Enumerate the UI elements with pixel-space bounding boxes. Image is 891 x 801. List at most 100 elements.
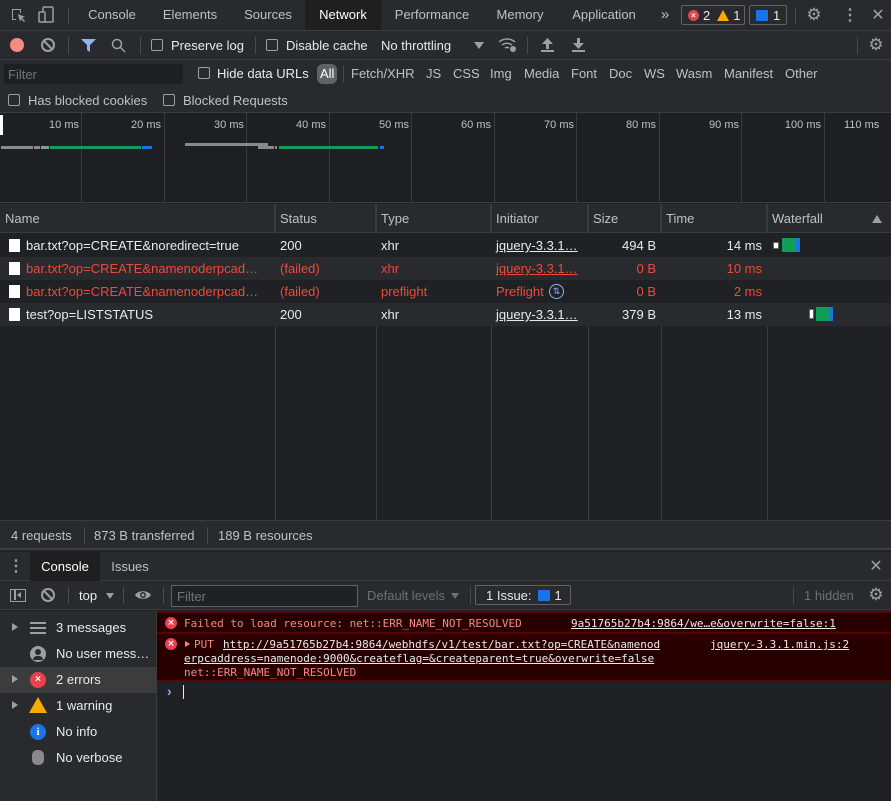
toggle-sidebar-icon[interactable]: [10, 589, 26, 602]
type-filter-ws[interactable]: WS: [644, 66, 665, 81]
expand-arrow-icon[interactable]: [12, 623, 18, 631]
drawer-tab-console[interactable]: Console: [30, 552, 100, 581]
sort-ascending-icon[interactable]: [872, 215, 882, 223]
table-row[interactable]: test?op=LISTSTATUS 200 xhr jquery-3.3.1……: [0, 303, 891, 326]
request-initiator-link[interactable]: jquery-3.3.1…: [491, 234, 587, 257]
tab-network[interactable]: Network: [305, 0, 381, 30]
request-url-link-continued[interactable]: erpcaddress=namenode:9000&createflag=&cr…: [184, 652, 654, 665]
error-text: Failed to load resource: net::ERR_NAME_N…: [184, 617, 522, 630]
request-initiator-link[interactable]: jquery-3.3.1…: [491, 303, 587, 326]
type-filter-other[interactable]: Other: [785, 66, 818, 81]
preserve-log-checkbox[interactable]: [151, 39, 163, 51]
type-filter-img[interactable]: Img: [490, 66, 512, 81]
issue-count: 1: [773, 7, 781, 23]
expand-arrow-icon[interactable]: [185, 641, 190, 647]
clear-icon[interactable]: [41, 38, 55, 52]
column-header-time[interactable]: Time: [661, 204, 767, 233]
type-filter-css[interactable]: CSS: [453, 66, 480, 81]
request-url-link[interactable]: http://9a51765b27b4:9864/webhdfs/v1/test…: [223, 638, 660, 651]
disable-cache-checkbox[interactable]: [266, 39, 278, 51]
tick-label: 30 ms: [214, 119, 244, 131]
expand-arrow-icon[interactable]: [12, 701, 18, 709]
console-input[interactable]: [181, 685, 881, 699]
import-har-icon[interactable]: [541, 38, 554, 55]
table-row[interactable]: bar.txt?op=CREATE&namenoderpcad… (failed…: [0, 257, 891, 280]
type-filter-font[interactable]: Font: [571, 66, 597, 81]
expand-arrow-icon[interactable]: [12, 675, 18, 683]
type-filter-js[interactable]: JS: [426, 66, 441, 81]
request-initiator-link[interactable]: jquery-3.3.1…: [491, 257, 587, 280]
close-devtools-icon[interactable]: ✕: [870, 6, 886, 24]
table-row[interactable]: bar.txt?op=CREATE&noredirect=true 200 xh…: [0, 234, 891, 257]
network-overview-timeline[interactable]: 10 ms 20 ms 30 ms 40 ms 50 ms 60 ms 70 m…: [0, 113, 891, 203]
issues-counter[interactable]: 1: [749, 5, 787, 25]
column-header-name[interactable]: Name: [0, 204, 275, 233]
error-source-link[interactable]: jquery-3.3.1.min.js:2: [710, 638, 849, 651]
error-icon: ×: [165, 638, 177, 650]
clear-console-icon[interactable]: [41, 588, 55, 602]
sidebar-item-messages[interactable]: 3 messages: [0, 615, 156, 641]
request-initiator-preflight[interactable]: Preflight: [491, 280, 551, 303]
overview-bar-preflight: [185, 143, 268, 146]
tab-sources[interactable]: Sources: [232, 0, 304, 30]
tab-performance[interactable]: Performance: [383, 0, 481, 30]
blocked-requests-checkbox[interactable]: [163, 94, 175, 106]
console-filter-input[interactable]: [171, 585, 358, 607]
column-header-initiator[interactable]: Initiator: [491, 204, 588, 233]
network-settings-gear-icon[interactable]: ⚙: [867, 35, 885, 55]
error-source-link[interactable]: 9a51765b27b4:9864/we…e&overwrite=false:1: [571, 617, 836, 630]
inspect-element-icon[interactable]: [9, 7, 27, 23]
type-filter-manifest[interactable]: Manifest: [724, 66, 773, 81]
drawer-menu-icon[interactable]: ⋮: [8, 557, 24, 575]
transferred-size: 873 B transferred: [94, 528, 195, 543]
filter-input[interactable]: [4, 64, 183, 84]
console-settings-gear-icon[interactable]: ⚙: [867, 585, 885, 605]
context-selector[interactable]: top: [79, 588, 97, 603]
overview-selection-handle[interactable]: [0, 115, 3, 135]
sidebar-item-verbose[interactable]: No verbose: [0, 745, 156, 771]
tab-console[interactable]: Console: [76, 0, 148, 30]
export-har-icon[interactable]: [572, 38, 585, 55]
hide-data-urls-checkbox[interactable]: [198, 67, 210, 79]
network-conditions-icon[interactable]: [498, 37, 518, 56]
record-button[interactable]: [10, 38, 24, 52]
column-header-type[interactable]: Type: [376, 204, 491, 233]
type-filter-wasm[interactable]: Wasm: [676, 66, 712, 81]
drawer-tab-issues[interactable]: Issues: [102, 552, 158, 581]
column-header-status[interactable]: Status: [275, 204, 376, 233]
log-levels-dropdown-icon[interactable]: [451, 593, 459, 599]
error-warning-counter[interactable]: × 2 1: [681, 5, 745, 25]
request-size: 379 B: [622, 307, 656, 322]
sidebar-item-info[interactable]: i No info: [0, 719, 156, 745]
type-filter-fetch-xhr[interactable]: Fetch/XHR: [351, 66, 415, 81]
log-levels-select[interactable]: Default levels: [367, 588, 445, 603]
more-options-icon[interactable]: ⋮: [842, 6, 858, 24]
live-expression-eye-icon[interactable]: [134, 589, 152, 604]
close-drawer-icon[interactable]: ✕: [868, 557, 884, 575]
sidebar-item-warnings[interactable]: 1 warning: [0, 693, 156, 719]
console-error-message[interactable]: × Failed to load resource: net::ERR_NAME…: [157, 612, 891, 633]
sidebar-item-user-messages[interactable]: No user mess…: [0, 641, 156, 667]
has-blocked-cookies-checkbox[interactable]: [8, 94, 20, 106]
type-filter-doc[interactable]: Doc: [609, 66, 632, 81]
column-header-size[interactable]: Size: [588, 204, 661, 233]
throttling-dropdown-icon[interactable]: [474, 42, 484, 49]
more-tabs-button[interactable]: »: [652, 0, 678, 30]
sidebar-item-errors[interactable]: × 2 errors: [0, 667, 156, 693]
table-row[interactable]: bar.txt?op=CREATE&namenoderpcad… (failed…: [0, 280, 891, 303]
issues-button[interactable]: 1 Issue: 1: [475, 585, 571, 605]
tab-application[interactable]: Application: [559, 0, 649, 30]
type-filter-media[interactable]: Media: [524, 66, 559, 81]
filter-icon[interactable]: [81, 39, 96, 55]
tab-elements[interactable]: Elements: [150, 0, 230, 30]
request-time: 2 ms: [733, 284, 762, 299]
throttling-select[interactable]: No throttling: [381, 38, 451, 53]
device-toolbar-icon[interactable]: [37, 6, 55, 24]
preflight-icon[interactable]: ⇅: [549, 284, 564, 299]
console-error-message[interactable]: × PUT http://9a51765b27b4:9864/webhdfs/v…: [157, 633, 891, 681]
type-filter-all[interactable]: All: [317, 64, 338, 84]
settings-gear-icon[interactable]: ⚙: [805, 5, 823, 24]
tab-memory[interactable]: Memory: [483, 0, 557, 30]
context-dropdown-icon[interactable]: [106, 593, 114, 599]
search-icon[interactable]: [111, 38, 126, 56]
